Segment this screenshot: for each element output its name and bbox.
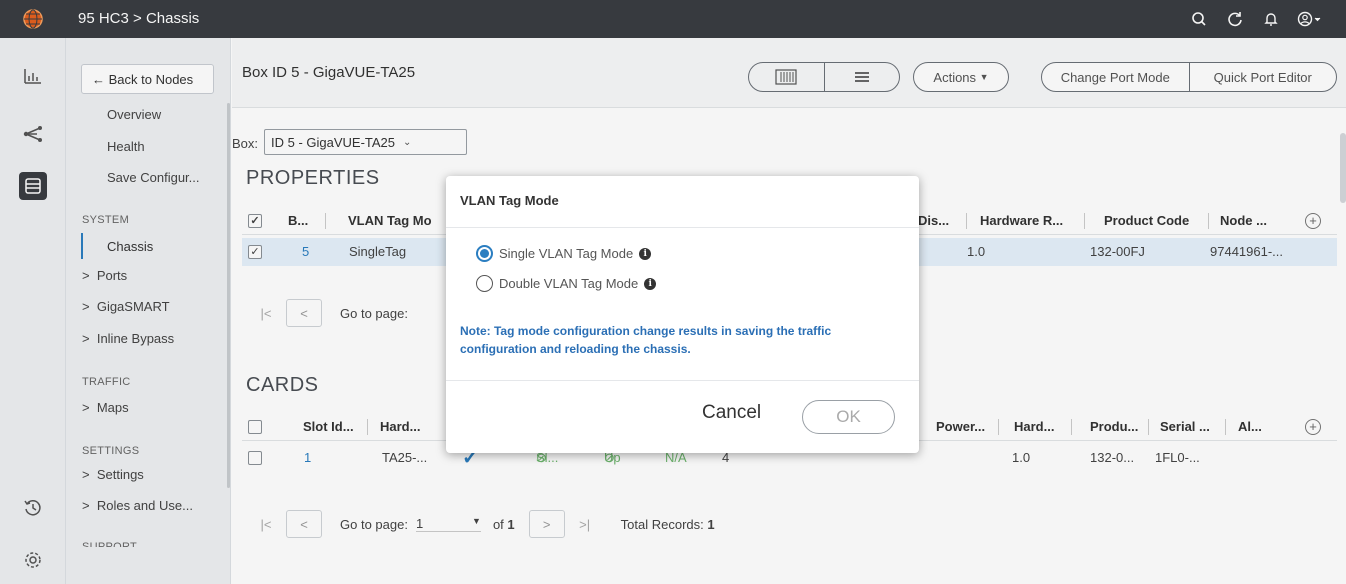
cancel-button[interactable]: Cancel	[702, 402, 761, 424]
info-icon[interactable]: i	[644, 277, 657, 290]
double-vlan-option[interactable]: Double VLAN Tag Mode i	[476, 275, 657, 292]
vlan-tag-mode-dialog: VLAN Tag Mode Single VLAN Tag Mode i Dou…	[446, 176, 919, 453]
dialog-title: VLAN Tag Mode	[460, 193, 559, 208]
single-vlan-option[interactable]: Single VLAN Tag Mode i	[476, 245, 652, 262]
double-vlan-radio[interactable]	[476, 275, 493, 292]
divider	[446, 380, 919, 381]
ok-button[interactable]: OK	[802, 400, 895, 434]
dialog-note: Note: Tag mode configuration change resu…	[460, 324, 832, 356]
divider	[446, 227, 919, 228]
info-icon[interactable]: i	[639, 247, 652, 260]
single-vlan-radio[interactable]	[476, 245, 493, 262]
